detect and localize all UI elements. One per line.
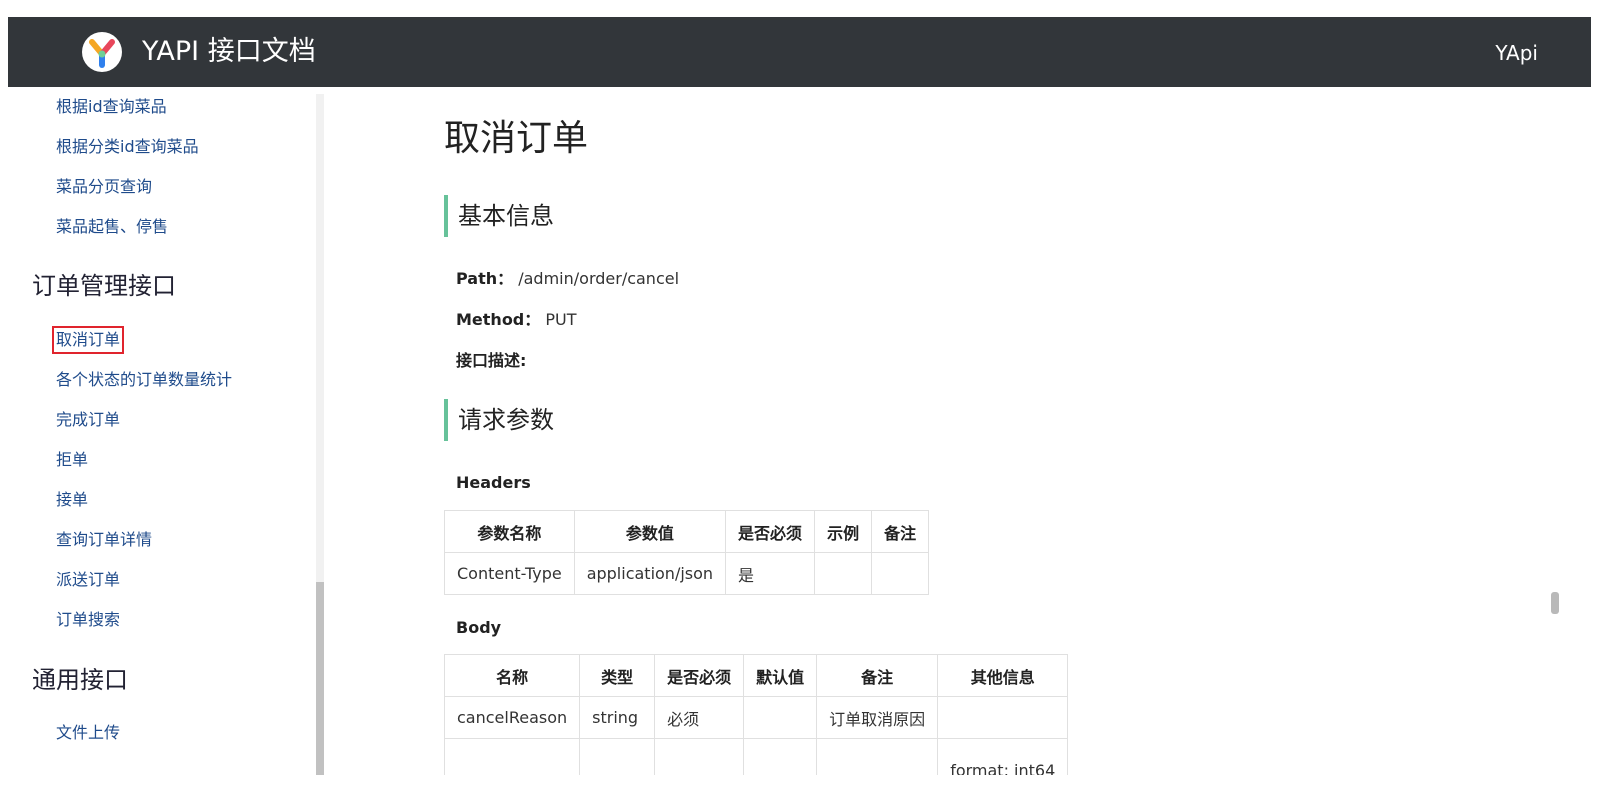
cell: Content-Type <box>444 552 575 595</box>
yapi-logo-icon[interactable] <box>82 32 122 72</box>
top-header: YAPI 接口文档 YApi <box>8 17 1591 87</box>
sidebar-item-complete-order[interactable]: 完成订单 <box>56 410 120 430</box>
desc-label: 接口描述: <box>456 351 527 370</box>
col-example: 示例 <box>814 510 873 553</box>
cell: string <box>579 696 656 739</box>
cell <box>743 696 818 739</box>
cell <box>443 738 581 775</box>
table-header-row: 参数名称 参数值 是否必须 示例 备注 <box>444 510 930 553</box>
sidebar-group-order[interactable]: 订单管理接口 <box>32 271 176 301</box>
col-required: 是否必须 <box>654 654 745 697</box>
method-row: Method： PUT <box>456 310 577 330</box>
sidebar-item-deliver-order[interactable]: 派送订单 <box>56 570 120 590</box>
headers-table: 参数名称 参数值 是否必须 示例 备注 Content-Type applica… <box>444 510 930 595</box>
cell: format: int64 <box>937 738 1069 775</box>
table-header-row: 名称 类型 是否必须 默认值 备注 其他信息 <box>443 654 1069 697</box>
table-row: cancelReason string 必须 订单取消原因 <box>443 696 1069 739</box>
sidebar: 根据id查询菜品 根据分类id查询菜品 菜品分页查询 菜品起售、停售 订单管理接… <box>8 87 324 775</box>
sidebar-item-file-upload[interactable]: 文件上传 <box>56 723 120 743</box>
cell: 是 <box>725 552 816 595</box>
col-type: 类型 <box>579 654 656 697</box>
sidebar-item-order-statistics[interactable]: 各个状态的订单数量统计 <box>56 370 232 390</box>
path-row: Path： /admin/order/cancel <box>456 269 679 289</box>
yapi-link[interactable]: YApi <box>1495 41 1538 65</box>
section-request-params: 请求参数 <box>444 399 554 441</box>
cell <box>816 738 939 775</box>
method-label: Method： <box>456 310 541 329</box>
path-value: /admin/order/cancel <box>518 269 680 288</box>
col-remark: 备注 <box>871 510 930 553</box>
sidebar-item-accept-order[interactable]: 接单 <box>56 490 88 510</box>
col-remark: 备注 <box>816 654 939 697</box>
desc-row: 接口描述: <box>456 351 526 371</box>
sidebar-item-dish-by-id[interactable]: 根据id查询菜品 <box>56 97 167 117</box>
cell <box>579 738 656 775</box>
main-content: 取消订单 基本信息 Path： /admin/order/cancel Meth… <box>324 87 1550 775</box>
headers-label: Headers <box>456 473 531 492</box>
sidebar-item-dish-status[interactable]: 菜品起售、停售 <box>56 217 168 237</box>
table-row: Content-Type application/json 是 <box>444 552 930 595</box>
method-value: PUT <box>545 310 577 329</box>
cell <box>871 552 930 595</box>
sidebar-item-reject-order[interactable]: 拒单 <box>56 450 88 470</box>
cell: 必须 <box>654 696 745 739</box>
brand-title: YAPI 接口文档 <box>142 36 316 67</box>
page-scrollbar-thumb[interactable] <box>1551 592 1559 614</box>
sidebar-item-order-search[interactable]: 订单搜索 <box>56 610 120 630</box>
cell <box>937 696 1069 739</box>
section-basic-info: 基本信息 <box>444 195 554 237</box>
col-param-name: 参数名称 <box>444 510 575 553</box>
col-param-value: 参数值 <box>573 510 727 553</box>
cell: application/json <box>573 552 727 595</box>
sidebar-scrollbar-thumb[interactable] <box>316 582 324 775</box>
sidebar-item-dish-page[interactable]: 菜品分页查询 <box>56 177 152 197</box>
col-other-info: 其他信息 <box>937 654 1069 697</box>
sidebar-item-cancel-order[interactable]: 取消订单 <box>51 326 125 354</box>
body-table: 名称 类型 是否必须 默认值 备注 其他信息 cancelReason stri… <box>443 654 1069 775</box>
col-name: 名称 <box>443 654 581 697</box>
cell: 订单取消原因 <box>816 696 939 739</box>
sidebar-item-order-detail[interactable]: 查询订单详情 <box>56 530 152 550</box>
sidebar-item-dish-by-category[interactable]: 根据分类id查询菜品 <box>56 137 199 157</box>
body-label: Body <box>456 618 502 637</box>
page-title: 取消订单 <box>444 118 589 159</box>
cell <box>654 738 745 775</box>
col-default: 默认值 <box>743 654 818 697</box>
page-scrollbar[interactable] <box>1550 87 1560 775</box>
cell: cancelReason <box>443 696 581 739</box>
table-row: format: int64 <box>443 738 1069 775</box>
cell <box>743 738 818 775</box>
sidebar-group-common[interactable]: 通用接口 <box>32 665 128 695</box>
col-required: 是否必须 <box>725 510 816 553</box>
path-label: Path： <box>456 269 514 288</box>
cell <box>814 552 873 595</box>
